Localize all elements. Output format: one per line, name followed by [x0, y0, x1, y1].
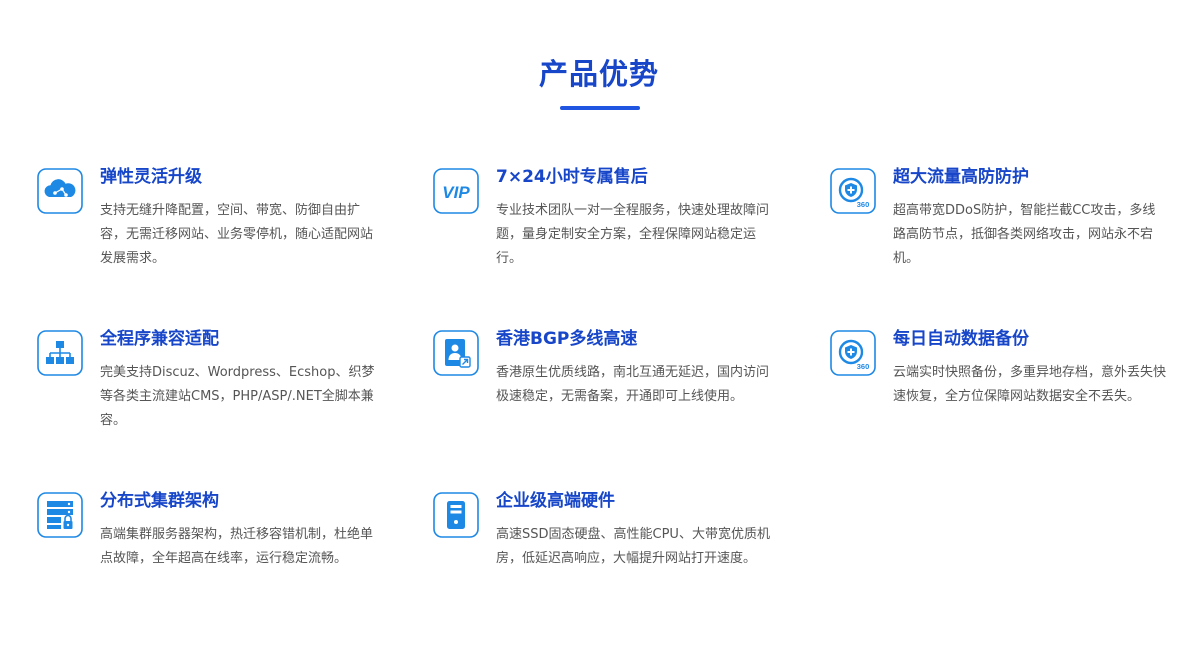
feature-card-compatibility: 全程序兼容适配 完美支持Discuz、Wordpress、Ecshop、织梦等各… — [37, 329, 377, 440]
feature-card-ddos-protection: 360 超大流量高防防护 超高带宽DDoS防护，智能拦截CC攻击，多线路高防节点… — [830, 167, 1170, 278]
feature-title: 全程序兼容适配 — [100, 329, 219, 349]
server-lock-icon — [37, 492, 83, 538]
feature-title: 每日自动数据备份 — [893, 329, 1029, 349]
feature-description: 超高带宽DDoS防护，智能拦截CC攻击，多线路高防节点，抵御各类网络攻击，网站永… — [893, 203, 1156, 266]
vip-icon: VIP — [433, 168, 479, 214]
title-underline — [560, 106, 640, 110]
feature-description: 支持无缝升降配置，空间、带宽、防御自由扩容，无需迁移网站、业务零停机，随心适配网… — [100, 203, 374, 266]
shield-360-icon: 360 — [830, 168, 876, 214]
document-user-icon — [433, 330, 479, 376]
feature-card-elastic-upgrade: 弹性灵活升级 支持无缝升降配置，空间、带宽、防御自由扩容，无需迁移网站、业务零停… — [37, 167, 377, 278]
feature-description: 高速SSD固态硬盘、高性能CPU、大带宽优质机房，低延迟高响应，大幅提升网站打开… — [496, 527, 770, 566]
feature-card-hardware: 企业级高端硬件 高速SSD固态硬盘、高性能CPU、大带宽优质机房，低延迟高响应，… — [433, 491, 773, 602]
feature-description: 云端实时快照备份，多重异地存档，意外丢失快速恢复，全方位保障网站数据安全不丢失。 — [893, 365, 1167, 404]
svg-text:VIP: VIP — [442, 183, 470, 202]
shield-360-icon: 360 — [830, 330, 876, 376]
feature-description: 专业技术团队一对一全程服务，快速处理故障问题，量身定制安全方案，全程保障网站稳定… — [496, 203, 770, 266]
feature-card-bgp-network: 香港BGP多线高速 香港原生优质线路，南北互通无延迟，国内访问极速稳定，无需备案… — [433, 329, 773, 440]
feature-card-support: VIP 7×24小时专属售后 专业技术团队一对一全程服务，快速处理故障问题，量身… — [433, 167, 773, 278]
server-hardware-icon — [433, 492, 479, 538]
feature-title: 超大流量高防防护 — [893, 167, 1029, 187]
feature-title: 7×24小时专属售后 — [496, 167, 648, 187]
feature-description: 高端集群服务器架构，热迁移容错机制，杜绝单点故障，全年超高在线率，运行稳定流畅。 — [100, 527, 374, 566]
svg-text:360: 360 — [857, 362, 870, 371]
feature-title: 分布式集群架构 — [100, 491, 219, 511]
feature-title: 弹性灵活升级 — [100, 167, 202, 187]
feature-title: 香港BGP多线高速 — [496, 329, 638, 349]
feature-card-daily-backup: 360 每日自动数据备份 云端实时快照备份，多重异地存档，意外丢失快速恢复，全方… — [830, 329, 1170, 440]
hierarchy-icon — [37, 330, 83, 376]
svg-text:360: 360 — [857, 200, 870, 209]
section-title: 产品优势 — [538, 57, 659, 91]
cloud-network-icon — [37, 168, 83, 214]
feature-description: 完美支持Discuz、Wordpress、Ecshop、织梦等各类主流建站CMS… — [100, 365, 375, 428]
feature-title: 企业级高端硬件 — [496, 491, 615, 511]
feature-description: 香港原生优质线路，南北互通无延迟，国内访问极速稳定，无需备案，开通即可上线使用。 — [496, 365, 770, 404]
feature-card-cluster: 分布式集群架构 高端集群服务器架构，热迁移容错机制，杜绝单点故障，全年超高在线率… — [37, 491, 377, 602]
